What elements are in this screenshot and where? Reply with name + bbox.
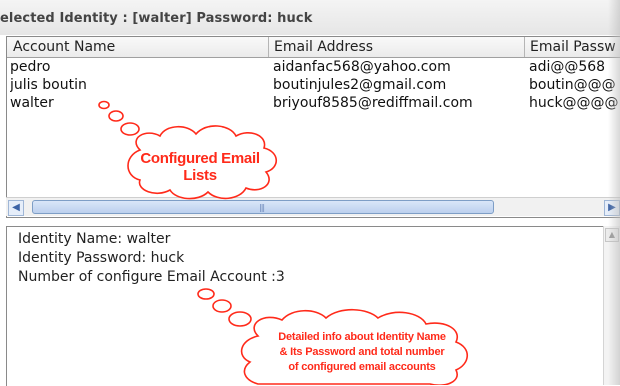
account-name-cell: walter bbox=[10, 95, 54, 111]
title-bar: elected Identity : [walter] Password: hu… bbox=[0, 0, 620, 35]
selected-identity-label: elected Identity : [walter] Password: hu… bbox=[0, 11, 313, 26]
account-name-cell: julis boutin bbox=[10, 77, 87, 93]
email-address-cell: aidanfac568@yahoo.com bbox=[273, 59, 451, 75]
email-address-cell: boutinjules2@gmail.com bbox=[273, 77, 447, 93]
edge-shadow bbox=[608, 0, 620, 385]
list-header: Account Name Email Address Email Passw bbox=[7, 37, 620, 58]
account-count-text: Number of configure Email Account :3 bbox=[18, 269, 285, 285]
callout-line: Configured Email bbox=[140, 150, 260, 167]
email-password-cell: adi@@568 bbox=[529, 59, 606, 75]
configured-email-lists-callout: Configured Email Lists bbox=[126, 150, 274, 184]
column-header-email-address[interactable]: Email Address bbox=[269, 37, 525, 57]
email-address-cell: briyouf8585@rediffmail.com bbox=[273, 95, 473, 111]
callout-line: & Its Password and total number bbox=[279, 346, 445, 358]
grip-icon: ||| bbox=[259, 203, 265, 212]
callout-line: of configured email accounts bbox=[288, 361, 436, 373]
table-row[interactable]: julis boutin boutinjules2@gmail.com bout… bbox=[7, 76, 620, 94]
identity-viewer: elected Identity : [walter] Password: hu… bbox=[0, 0, 620, 386]
column-header-email-password[interactable]: Email Passw bbox=[525, 37, 620, 57]
email-account-list[interactable]: Account Name Email Address Email Passw p… bbox=[6, 36, 620, 218]
identity-details-callout: Detailed info about Identity Name & Its … bbox=[252, 330, 472, 375]
email-password-cell: boutin@@@ bbox=[529, 77, 616, 93]
scroll-thumb[interactable]: ||| bbox=[32, 200, 494, 214]
callout-line: Lists bbox=[183, 167, 217, 184]
email-password-cell: huck@@@@ bbox=[529, 95, 619, 111]
column-header-account-name[interactable]: Account Name bbox=[7, 37, 269, 57]
identity-password-text: Identity Password: huck bbox=[18, 250, 185, 266]
scroll-left-icon[interactable]: ◀ bbox=[8, 200, 24, 216]
table-row[interactable]: pedro aidanfac568@yahoo.com adi@@568 bbox=[7, 58, 620, 76]
horizontal-scrollbar[interactable]: ◀ ||| ▶ bbox=[6, 197, 620, 216]
account-rows: pedro aidanfac568@yahoo.com adi@@568 jul… bbox=[7, 58, 620, 112]
table-row[interactable]: walter briyouf8585@rediffmail.com huck@@… bbox=[7, 94, 620, 112]
account-name-cell: pedro bbox=[10, 59, 51, 75]
identity-name-text: Identity Name: walter bbox=[18, 231, 171, 247]
callout-line: Detailed info about Identity Name bbox=[278, 331, 446, 343]
